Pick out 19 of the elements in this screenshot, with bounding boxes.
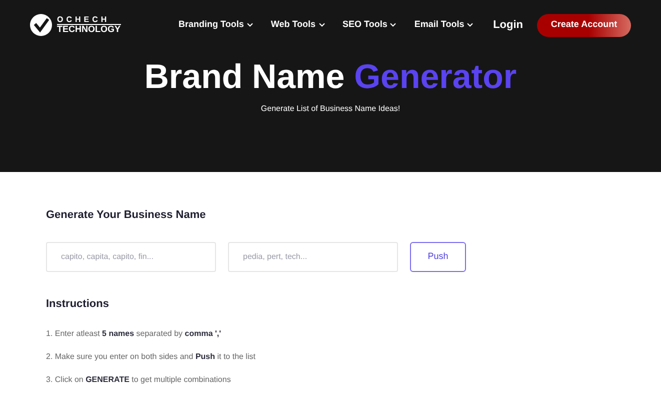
page-subtitle: Generate List of Business Name Ideas! <box>260 103 402 115</box>
form-heading: Generate Your Business Name <box>46 208 207 223</box>
login-link[interactable]: Login <box>493 16 523 34</box>
nav-link[interactable]: Web Tools <box>270 18 325 32</box>
create-account-button[interactable]: Create Account <box>537 14 631 36</box>
instruction-step: 2. Make sure you enter on both sides and Push it to the list <box>46 351 615 363</box>
instructions-heading: Instructions <box>46 296 110 312</box>
suffix-input-field[interactable]: pedia, pert, tech... <box>228 242 398 272</box>
nav-link[interactable]: Branding Tools <box>178 18 253 32</box>
prefix-input-field[interactable]: capito, capita, capito, fin... <box>46 242 216 272</box>
logo-subtext: TECHNOLOGY <box>57 25 121 34</box>
logo-icon <box>29 13 53 37</box>
push-button[interactable]: Push <box>410 242 466 272</box>
page-title: Brand Name Generator <box>143 60 518 94</box>
instruction-step: 3. Click on GENERATE to get multiple combinations <box>46 374 615 386</box>
nav-link[interactable]: Email Tools <box>414 18 474 32</box>
instruction-step: 1. Enter atleast 5 names separated by comma ',' <box>46 328 615 340</box>
nav-link[interactable]: SEO Tools <box>342 18 396 32</box>
logo-text: OCHECH <box>57 16 121 25</box>
